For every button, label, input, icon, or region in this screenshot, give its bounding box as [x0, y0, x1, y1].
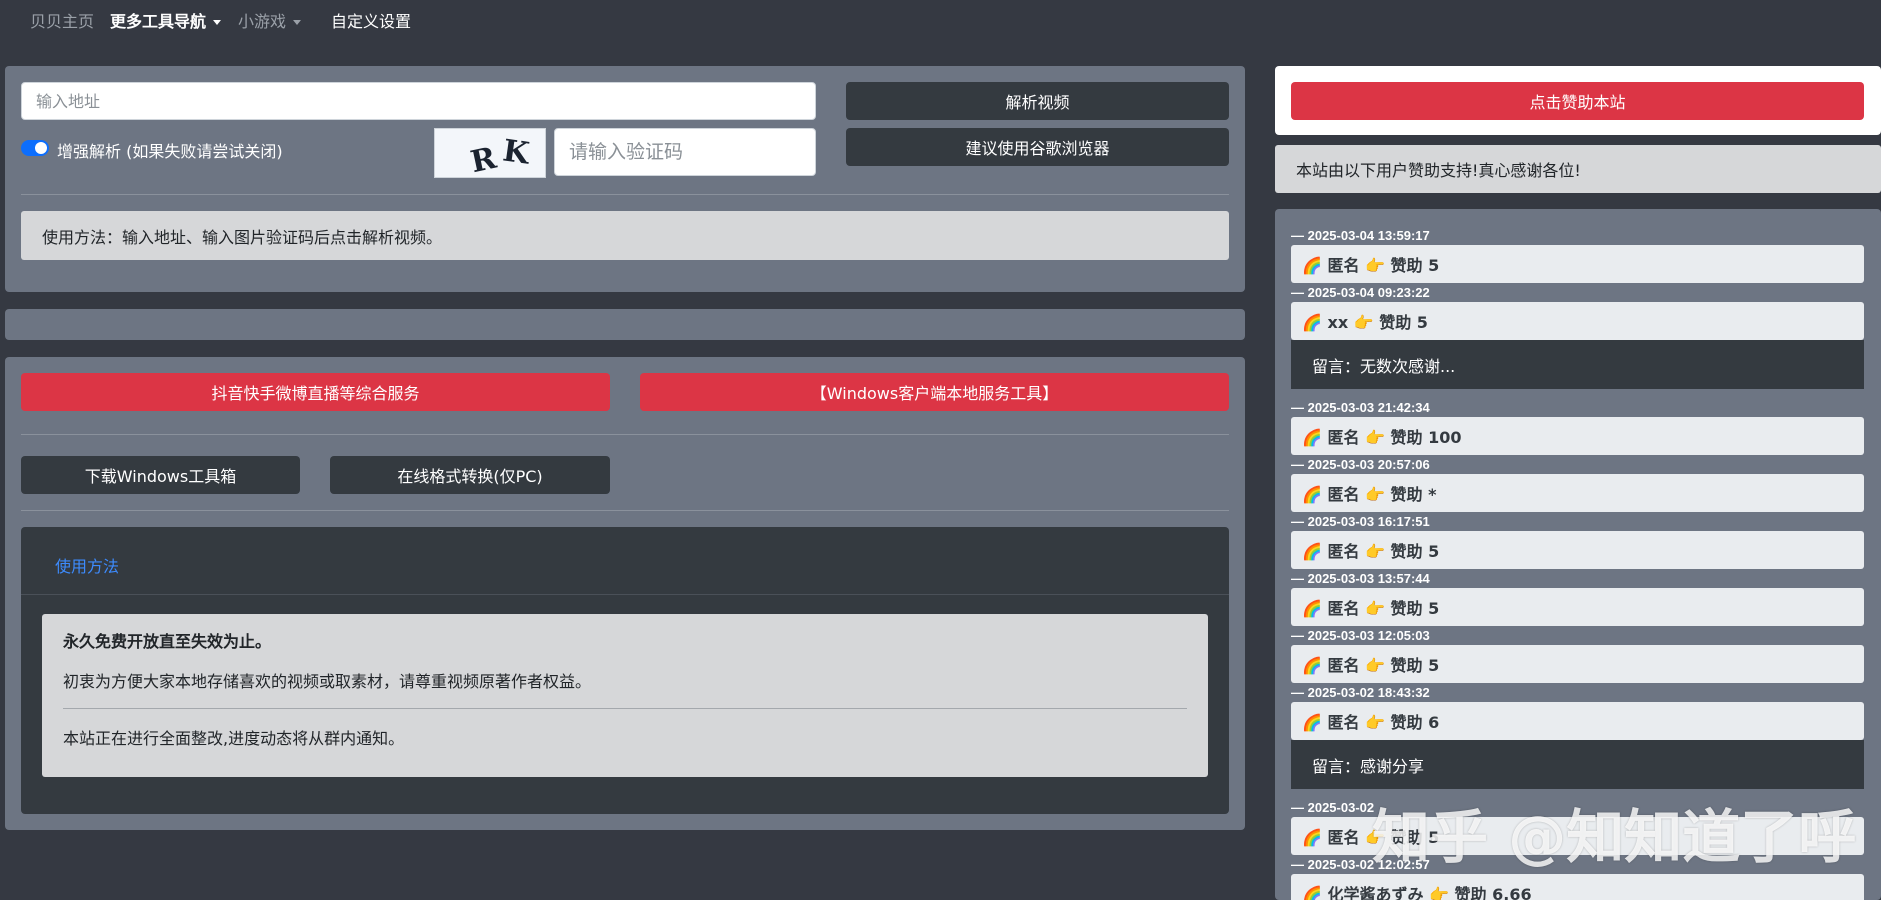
usage-line-notice: 本站正在进行全面整改,进度动态将从群内通知。 [63, 729, 405, 748]
sponsor-time: — 2025-03-03 12:05:03 [1291, 628, 1430, 643]
sponsor-entry: 🌈 xx 👉 赞助 5 [1291, 302, 1864, 340]
parse-video-button[interactable]: 解析视频 [846, 82, 1229, 120]
sponsor-time: — 2025-03-03 16:17:51 [1291, 514, 1430, 529]
usage-tab-title[interactable]: 使用方法 [55, 553, 119, 577]
toggle-knob [35, 142, 47, 154]
usage-line-purpose: 初衷为方便大家本地存储喜欢的视频或取素材，请尊重视频原著作者权益。 [63, 672, 592, 691]
usage-divider [63, 708, 1187, 709]
nav-mini-games-label: 小游戏 [238, 12, 287, 31]
sponsor-time: — 2025-03-03 20:57:06 [1291, 457, 1430, 472]
captcha-image[interactable]: R K [434, 128, 546, 178]
nav-more-tools-label: 更多工具导航 [110, 12, 207, 31]
download-toolbox-button[interactable]: 下载Windows工具箱 [21, 456, 300, 494]
sponsor-thanks-banner: 本站由以下用户赞助支持!真心感谢各位! [1275, 145, 1881, 193]
sponsor-entry: 🌈 匿名 👉 赞助 5 [1291, 645, 1864, 683]
captcha-char-2: K [500, 133, 532, 172]
chevron-down-icon [293, 20, 302, 25]
donate-button[interactable]: 点击赞助本站 [1291, 82, 1864, 120]
nav-custom-settings-link[interactable]: 自定义设置 [331, 10, 411, 34]
nav-home-link[interactable]: 贝贝主页 [30, 10, 94, 34]
sponsor-message: 留言：感谢分享 [1291, 740, 1864, 789]
sponsor-entry: 🌈 匿名 👉 赞助 5 [1291, 245, 1864, 283]
usage-separator [21, 594, 1229, 595]
format-convert-button[interactable]: 在线格式转换(仅PC) [330, 456, 610, 494]
nav-more-tools-dropdown[interactable]: 更多工具导航 [110, 10, 222, 34]
sponsor-entry: 🌈 化学酱あずみ 👉 赞助 6.66 [1291, 874, 1864, 900]
sponsor-time: — 2025-03-02 [1291, 800, 1375, 815]
sponsor-entry: 🌈 匿名 👉 赞助 * [1291, 474, 1864, 512]
divider [21, 510, 1229, 511]
captcha-char-1: R [467, 140, 500, 178]
sponsor-message: 留言：无数次感谢... [1291, 340, 1864, 389]
sponsor-entry: 🌈 匿名 👉 赞助 6 [1291, 702, 1864, 740]
empty-bar [5, 309, 1245, 340]
enhance-parse-toggle[interactable] [21, 140, 49, 156]
sponsor-entry: 🌈 匿名 👉 赞助 5 [1291, 531, 1864, 569]
sponsor-time: — 2025-03-03 13:57:44 [1291, 571, 1430, 586]
enhance-parse-label: 增强解析 (如果失败请尝试关闭) [57, 142, 283, 161]
watermark: 知乎 @知知道了呼 [1372, 803, 1857, 871]
captcha-input[interactable] [554, 128, 816, 176]
sponsor-entry: 🌈 匿名 👉 赞助 5 [1291, 588, 1864, 626]
nav-mini-games-dropdown[interactable]: 小游戏 [238, 10, 302, 34]
usage-line-free: 永久免费开放直至失效为止。 [63, 632, 272, 651]
windows-client-button[interactable]: 【Windows客户端本地服务工具】 [640, 373, 1229, 411]
top-nav: 贝贝主页 更多工具导航 小游戏 自定义设置 [0, 0, 1881, 44]
divider [21, 434, 1229, 435]
usage-body: 永久免费开放直至失效为止。 初衷为方便大家本地存储喜欢的视频或取素材，请尊重视频… [42, 614, 1208, 777]
sponsor-time: — 2025-03-03 21:42:34 [1291, 400, 1430, 415]
live-service-button[interactable]: 抖音快手微博直播等综合服务 [21, 373, 610, 411]
sponsor-time: — 2025-03-04 09:23:22 [1291, 285, 1430, 300]
sponsor-time: — 2025-03-02 18:43:32 [1291, 685, 1430, 700]
usage-panel: 使用方法 永久免费开放直至失效为止。 初衷为方便大家本地存储喜欢的视频或取素材，… [21, 527, 1229, 814]
sponsor-entry: 🌈 匿名 👉 赞助 100 [1291, 417, 1864, 455]
url-input[interactable] [21, 82, 816, 120]
sponsor-time: — 2025-03-04 13:59:17 [1291, 228, 1430, 243]
chevron-down-icon [213, 20, 222, 25]
browser-suggestion-button[interactable]: 建议使用谷歌浏览器 [846, 128, 1229, 166]
usage-hint: 使用方法：输入地址、输入图片验证码后点击解析视频。 [21, 211, 1229, 260]
divider [21, 194, 1229, 195]
